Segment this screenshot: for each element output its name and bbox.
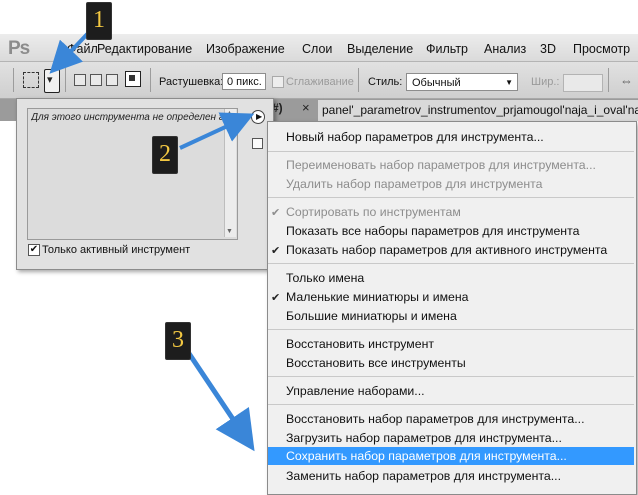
menu-separator — [268, 151, 634, 152]
style-value: Обычный — [412, 77, 461, 89]
arrow-3 — [185, 350, 255, 452]
menu-separator — [268, 263, 634, 264]
feather-input[interactable]: 0 пикс. — [222, 73, 266, 90]
new-selection-icon[interactable] — [74, 74, 86, 86]
chevron-down-icon: ▼ — [505, 78, 513, 87]
style-select[interactable]: Обычный ▼ — [406, 73, 518, 91]
play-icon: ▶ — [256, 112, 263, 121]
menu-item-small-list[interactable]: Маленькие миниатюры и имена — [286, 290, 469, 304]
panel-menu-button[interactable]: ▶ — [251, 110, 265, 124]
menu-item-large-list[interactable]: Большие миниатюры и имена — [286, 309, 457, 323]
menu-filter[interactable]: Фильтр — [426, 42, 468, 56]
document-tab-title: panel'_parametrov_instrumentov_prjamougo… — [322, 103, 638, 117]
menu-analysis[interactable]: Анализ — [484, 42, 526, 56]
menu-item-text-only[interactable]: Только имена — [286, 271, 364, 285]
menu-item-reset-presets[interactable]: Восстановить набор параметров для инстру… — [286, 412, 585, 426]
menu-item-rename-preset[interactable]: Переименовать набор параметров для инстр… — [286, 158, 596, 172]
check-icon: ✔ — [271, 207, 281, 219]
preset-empty-message: Для этого инструмента не определен го — [31, 112, 230, 123]
menu-item-preset-manager[interactable]: Управление наборами... — [286, 384, 425, 398]
scroll-up-icon[interactable]: ▲ — [226, 110, 233, 117]
options-grip — [13, 68, 14, 92]
menu-item-sort-by-tool[interactable]: Сортировать по инструментам — [286, 205, 461, 219]
menu-edit[interactable]: Редактирование — [97, 42, 192, 56]
feather-label: Растушевка: — [159, 76, 224, 88]
menu-image[interactable]: Изображение — [206, 42, 285, 56]
menu-separator — [268, 329, 634, 330]
menu-item-reset-all-tools[interactable]: Восстановить все инструменты — [286, 356, 466, 370]
intersect-selection-icon[interactable] — [125, 71, 141, 87]
options-separator — [358, 68, 359, 92]
menu-item-new-preset[interactable]: Новый набор параметров для инструмента..… — [286, 130, 544, 144]
options-separator — [65, 68, 66, 92]
check-icon: ✔ — [271, 245, 281, 257]
menu-separator — [268, 376, 634, 377]
scroll-down-icon[interactable]: ▼ — [226, 228, 233, 235]
add-to-selection-icon[interactable] — [90, 74, 102, 86]
options-separator — [608, 68, 609, 92]
current-tool-only-checkbox[interactable]: ✔ — [28, 244, 40, 256]
new-preset-icon[interactable] — [252, 138, 263, 149]
menu-separator — [268, 404, 634, 405]
menu-3d[interactable]: 3D — [540, 42, 556, 56]
callout-1: 1 — [86, 2, 112, 40]
menu-separator — [268, 197, 634, 198]
menu-item-delete-preset[interactable]: Удалить набор параметров для инструмента — [286, 177, 542, 191]
refine-edge-icon[interactable]: ⇔ — [620, 73, 633, 88]
menu-item-load-presets[interactable]: Загрузить набор параметров для инструмен… — [286, 431, 562, 445]
options-separator — [150, 68, 151, 92]
menu-select[interactable]: Выделение — [347, 42, 413, 56]
rectangular-marquee-icon[interactable] — [23, 72, 39, 88]
chevron-down-icon: ▾ — [47, 74, 53, 86]
menu-item-reset-tool[interactable]: Восстановить инструмент — [286, 337, 434, 351]
photoshop-logo: Ps — [8, 38, 30, 59]
menu-item-show-all-presets[interactable]: Показать все наборы параметров для инстр… — [286, 224, 579, 238]
menu-item-replace-presets[interactable]: Заменить набор параметров для инструмент… — [286, 469, 561, 483]
menu-layers[interactable]: Слои — [302, 42, 332, 56]
subtract-from-selection-icon[interactable] — [106, 74, 118, 86]
antialias-checkbox[interactable] — [272, 76, 284, 88]
width-input[interactable] — [563, 74, 603, 92]
close-icon[interactable]: × — [302, 100, 310, 115]
callout-2: 2 — [152, 136, 178, 174]
menu-item-save-presets[interactable]: Сохранить набор параметров для инструмен… — [286, 449, 567, 463]
menu-view[interactable]: Просмотр — [573, 42, 630, 56]
width-label: Шир.: — [531, 76, 560, 88]
tool-preset-picker-button[interactable]: ▾ — [44, 69, 60, 93]
antialias-label: Сглаживание — [286, 76, 354, 88]
menu-file[interactable]: Файл — [67, 42, 98, 56]
preset-list[interactable] — [27, 108, 238, 240]
current-tool-only-label: Только активный инструмент — [42, 244, 191, 256]
preset-list-scrollbar[interactable] — [224, 109, 236, 237]
menu-item-show-current-tool-presets[interactable]: Показать набор параметров для активного … — [286, 243, 607, 257]
style-label: Стиль: — [368, 76, 403, 88]
callout-3: 3 — [165, 322, 191, 360]
check-icon: ✔ — [271, 292, 281, 304]
